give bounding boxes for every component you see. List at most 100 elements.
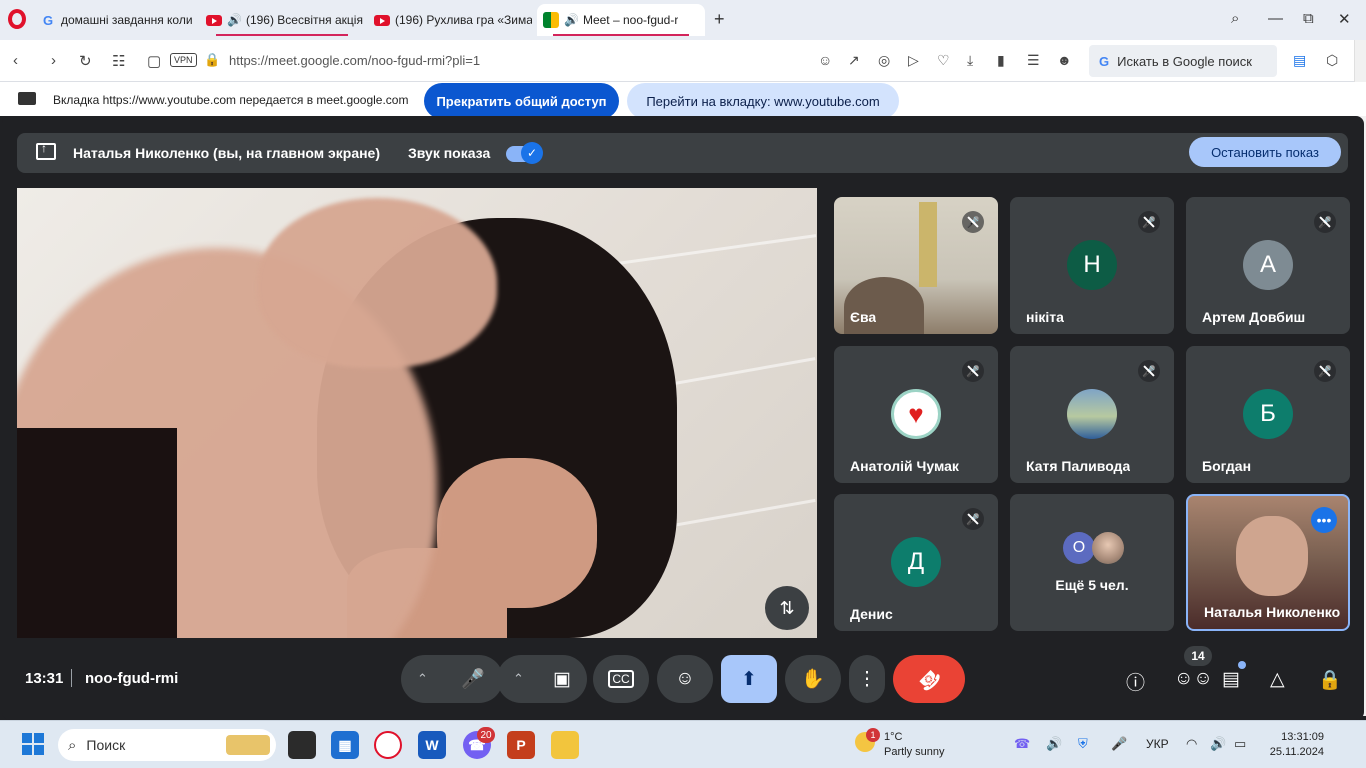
browser-tab-strip: G домашні завдання коли і 🔊 (196) Всесві…: [0, 0, 1366, 40]
participant-name: Катя Паливода: [1026, 458, 1131, 474]
viber-badge: 20: [477, 727, 495, 743]
search-placeholder: Поиск: [86, 737, 126, 753]
photo-avatar: [1067, 389, 1117, 439]
participant-tile-bohdan[interactable]: Б 🎤 Богдан: [1186, 346, 1350, 483]
reload-icon[interactable]: ↻: [79, 52, 92, 70]
opera-logo-icon[interactable]: [8, 9, 26, 29]
tab-youtube-action[interactable]: 🔊 (196) Всесвітня акція: [200, 4, 364, 36]
restore-button[interactable]: ⧉: [1303, 10, 1314, 27]
go-to-tab-button[interactable]: Перейти на вкладку: www.youtube.com: [627, 83, 899, 119]
speed-dial-icon[interactable]: ☷: [112, 52, 125, 70]
captions-button[interactable]: CC: [593, 655, 649, 703]
blurred-fingers-shape: [257, 198, 497, 368]
camera-icon[interactable]: ▣: [553, 668, 571, 691]
mic-off-icon: 🎤: [962, 360, 984, 382]
tab-title: (196) Рухлива гра «Зима»: [395, 13, 532, 27]
participant-name: Денис: [850, 606, 893, 622]
opera-taskbar-icon[interactable]: [374, 731, 402, 759]
viber-tray-icon[interactable]: ☎: [1014, 736, 1030, 752]
battery-icon[interactable]: ▭: [1234, 736, 1246, 752]
easy-setup-icon[interactable]: ☰: [1027, 52, 1040, 69]
host-controls-icon[interactable]: 🔒: [1318, 668, 1342, 692]
close-button[interactable]: ✕: [1338, 10, 1351, 28]
profile-icon[interactable]: ☻: [1057, 52, 1072, 68]
wall-ornament-shape: [919, 202, 937, 287]
new-tab-button[interactable]: +: [714, 9, 725, 30]
more-options-icon[interactable]: •••: [1311, 507, 1337, 533]
system-clock[interactable]: 13:31:09 25.11.2024: [1262, 730, 1324, 760]
avatar: Н: [1067, 240, 1117, 290]
battery-saver-icon[interactable]: ▮: [997, 52, 1005, 69]
emoji-icon[interactable]: ☺: [818, 52, 832, 68]
minimize-button[interactable]: —: [1268, 10, 1283, 27]
lock-icon[interactable]: 🔒: [204, 52, 220, 68]
snapshot-icon[interactable]: ◎: [878, 52, 890, 69]
task-view-icon[interactable]: [288, 731, 316, 759]
sidebar-panel-icon[interactable]: ▤: [1293, 52, 1306, 69]
present-screen-icon: ⬆: [741, 668, 757, 690]
search-highlight-icon: [226, 735, 270, 755]
participant-count-badge: 14: [1184, 646, 1212, 666]
stop-sharing-button[interactable]: Прекратить общий доступ: [424, 83, 619, 119]
weather-desc: Partly sunny: [884, 746, 945, 758]
speaker-tray-icon[interactable]: 🔊: [1046, 736, 1062, 752]
download-icon[interactable]: ⤓: [967, 52, 973, 69]
present-now-button[interactable]: ⬆: [721, 655, 777, 703]
file-explorer-icon[interactable]: [551, 731, 579, 759]
participant-tile-eva[interactable]: 🎤 Єва: [834, 197, 998, 334]
heart-icon[interactable]: ♡: [937, 52, 950, 69]
forward-icon[interactable]: ›: [51, 52, 56, 69]
participant-tile-nikita[interactable]: Н 🎤 нікіта: [1010, 197, 1174, 334]
speaker-icon[interactable]: 🔊: [227, 13, 242, 27]
google-icon: G: [1099, 53, 1110, 69]
microphone-icon[interactable]: 🎤: [461, 667, 485, 691]
vpn-badge[interactable]: VPN: [170, 53, 197, 67]
back-icon[interactable]: ‹: [13, 52, 18, 69]
raise-hand-button[interactable]: ✋: [785, 655, 841, 703]
wifi-icon[interactable]: ◠: [1186, 736, 1197, 752]
hang-up-icon: ☎: [913, 663, 945, 695]
tab-meet[interactable]: 🔊 Meet – noo-fgud-r: [537, 4, 705, 36]
tab-search-icon[interactable]: ⌕: [1231, 10, 1239, 27]
share-icon[interactable]: ↗: [848, 52, 860, 69]
chat-icon[interactable]: ▤: [1222, 668, 1240, 691]
mic-options-chevron-icon[interactable]: ⌃: [417, 671, 428, 687]
hand-icon: ✋: [801, 669, 825, 690]
more-options-button[interactable]: ⋮: [849, 655, 885, 703]
tab-google-homework[interactable]: G домашні завдання коли і: [34, 4, 196, 36]
reactions-button[interactable]: ☺: [657, 655, 713, 703]
swap-layout-button[interactable]: ⇅: [765, 586, 809, 630]
windows-start-icon[interactable]: [22, 733, 44, 755]
youtube-icon: [206, 12, 222, 28]
stop-presenting-button[interactable]: Остановить показ: [1189, 137, 1341, 167]
send-icon[interactable]: ▷: [908, 52, 919, 69]
tab-youtube-winter-game[interactable]: (196) Рухлива гра «Зима»: [368, 4, 532, 36]
participant-tile-artem[interactable]: А 🎤 Артем Довбиш: [1186, 197, 1350, 334]
camera-icon[interactable]: ▢: [147, 52, 161, 70]
participant-tile-anatoliy[interactable]: ♥ 🎤 Анатолій Чумак: [834, 346, 998, 483]
participant-name: Єва: [850, 309, 877, 325]
security-tray-icon[interactable]: ⛨: [1078, 736, 1088, 752]
powerpoint-icon[interactable]: P: [507, 731, 535, 759]
taskbar-search[interactable]: ⌕ Поиск: [58, 729, 276, 761]
participant-tile-denys[interactable]: Д 🎤 Денис: [834, 494, 998, 631]
activities-icon[interactable]: △: [1270, 668, 1285, 691]
speaker-icon[interactable]: 🔊: [564, 13, 579, 27]
volume-icon[interactable]: 🔊: [1210, 736, 1226, 752]
leave-call-button[interactable]: ☎: [893, 655, 965, 703]
meeting-info-icon[interactable]: ⓘ: [1126, 668, 1145, 695]
check-icon[interactable]: ✓: [521, 142, 543, 164]
mic-off-icon: 🎤: [1314, 211, 1336, 233]
google-search-field[interactable]: G Искать в Google поиск: [1089, 45, 1277, 77]
participant-tile-katya[interactable]: 🎤 Катя Паливода: [1010, 346, 1174, 483]
microphone-tray-icon[interactable]: 🎤: [1111, 736, 1127, 752]
camera-options-chevron-icon[interactable]: ⌃: [513, 671, 524, 687]
extensions-cube-icon[interactable]: ⬡: [1326, 52, 1338, 69]
microsoft-store-icon[interactable]: ▦: [331, 731, 359, 759]
input-language[interactable]: УКР: [1146, 737, 1169, 751]
url-field[interactable]: https://meet.google.com/noo-fgud-rmi?pli…: [229, 53, 480, 68]
people-icon[interactable]: ☺☺: [1174, 668, 1213, 690]
weather-widget[interactable]: 1°C Partly sunny: [884, 730, 945, 760]
more-participants-tile[interactable]: О: [1010, 494, 1174, 631]
word-icon[interactable]: W: [418, 731, 446, 759]
